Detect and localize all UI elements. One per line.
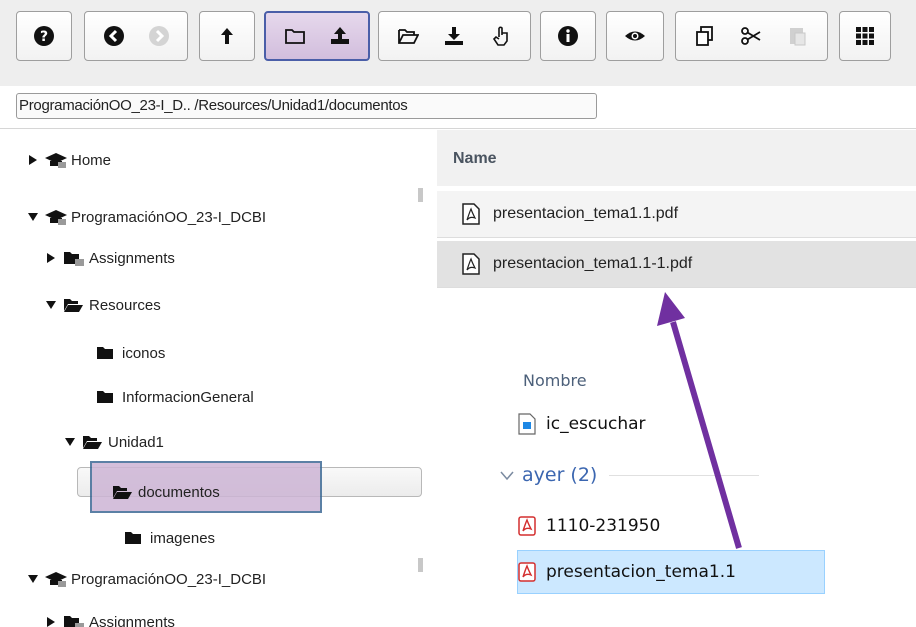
explorer-item-name: ic_escuchar — [546, 414, 646, 434]
tree-item-label: imagenes — [150, 529, 216, 547]
course-icon — [45, 209, 67, 225]
tree-item-label: ProgramaciónOO_23-I_DCBI — [71, 208, 267, 226]
explorer-overlay: Nombre ic_escuchar ayer (2) 1110-231950 … — [498, 356, 838, 601]
upload-icon[interactable] — [327, 23, 353, 49]
pdf-file-icon — [518, 515, 536, 537]
caret-down-icon[interactable] — [45, 299, 57, 311]
svg-text:?: ? — [40, 29, 48, 45]
rename-icon[interactable] — [488, 23, 514, 49]
explorer-item-name: 1110-231950 — [546, 516, 661, 536]
toolbar-group-create — [264, 11, 370, 61]
tree-item-label: Assignments — [89, 613, 175, 627]
course-icon — [45, 152, 67, 168]
tree-item-assignments-2[interactable]: Assignments — [45, 610, 175, 627]
tree-item-assignments[interactable]: Assignments — [45, 246, 175, 270]
tree-scrollbar-thumb-2[interactable] — [418, 558, 423, 572]
tree-item-iconos[interactable]: iconos — [96, 341, 165, 365]
toolbar-group-info — [540, 11, 596, 61]
caret-down-icon[interactable] — [64, 436, 76, 448]
file-name: presentacion_tema1.1-1.pdf — [493, 255, 693, 272]
cut-icon[interactable] — [738, 23, 764, 49]
tree-item-label: Home — [71, 151, 112, 169]
column-header-name[interactable]: Name — [437, 130, 916, 186]
paste-icon[interactable] — [785, 23, 811, 49]
path-bar[interactable]: ProgramaciónOO_23-I_D.. /Resources/Unida… — [16, 93, 597, 119]
chevron-down-icon[interactable] — [500, 464, 514, 486]
tree-item-course-2[interactable]: ProgramaciónOO_23-I_DCBI — [27, 567, 266, 591]
folder-open-icon — [63, 297, 85, 313]
info-icon[interactable] — [555, 23, 581, 49]
toolbar-group-clipboard — [675, 11, 828, 61]
divider — [0, 128, 916, 129]
caret-right-icon[interactable] — [45, 252, 57, 264]
explorer-column-header[interactable]: Nombre — [523, 371, 587, 390]
copy-icon[interactable] — [692, 23, 718, 49]
image-file-icon — [518, 413, 536, 435]
tree-item-imagenes[interactable]: imagenes — [124, 526, 215, 550]
up-icon[interactable] — [214, 23, 240, 49]
back-icon[interactable] — [101, 23, 127, 49]
tree-item-label: Assignments — [89, 249, 175, 267]
open-folder-icon[interactable] — [395, 23, 421, 49]
tree-item-label: documentos — [138, 483, 220, 501]
tree-item-course[interactable]: ProgramaciónOO_23-I_DCBI — [27, 205, 266, 229]
folder-tree: Home ProgramaciónOO_23-I_DCBI Assignment… — [0, 130, 436, 627]
folder-icon — [63, 614, 85, 627]
toolbar-group-view — [839, 11, 891, 61]
toolbar: ? — [0, 0, 916, 86]
folder-open-icon — [112, 484, 134, 500]
toolbar-group-help: ? — [16, 11, 72, 61]
toolbar-group-up — [199, 11, 255, 61]
new-folder-icon[interactable] — [282, 23, 308, 49]
help-icon[interactable]: ? — [31, 23, 57, 49]
folder-icon — [96, 389, 118, 405]
explorer-group-label: ayer (2) — [522, 464, 598, 486]
toolbar-group-nav — [84, 11, 188, 61]
file-row-selected[interactable]: presentacion_tema1.1-1.pdf — [437, 241, 916, 288]
tree-item-informaciongeneral[interactable]: InformacionGeneral — [96, 385, 254, 409]
tree-item-label: InformacionGeneral — [122, 388, 254, 406]
caret-right-icon[interactable] — [45, 616, 57, 627]
forward-icon[interactable] — [146, 23, 172, 49]
file-row[interactable]: presentacion_tema1.1.pdf — [437, 191, 916, 238]
toolbar-group-file — [378, 11, 531, 61]
caret-down-icon[interactable] — [27, 211, 39, 223]
folder-icon — [96, 345, 118, 361]
tree-scrollbar-thumb[interactable] — [418, 188, 423, 202]
caret-right-icon[interactable] — [27, 154, 39, 166]
pdf-file-icon — [461, 253, 481, 275]
pdf-file-icon — [518, 561, 536, 583]
explorer-item-name: presentacion_tema1.1 — [546, 562, 736, 582]
divider — [609, 474, 760, 476]
course-icon — [45, 571, 67, 587]
explorer-item-selected[interactable]: presentacion_tema1.1 — [518, 554, 736, 590]
tree-item-home[interactable]: Home — [27, 148, 111, 172]
tree-item-label: Unidad1 — [108, 433, 164, 451]
caret-down-icon[interactable] — [27, 573, 39, 585]
folder-icon — [63, 250, 85, 266]
tree-item-label: iconos — [122, 344, 166, 362]
explorer-item[interactable]: ic_escuchar — [518, 406, 646, 442]
folder-open-icon — [82, 434, 104, 450]
download-icon[interactable] — [441, 23, 467, 49]
tree-item-resources[interactable]: Resources — [45, 293, 161, 317]
folder-icon — [124, 530, 146, 546]
pdf-file-icon — [461, 203, 481, 225]
grid-view-icon[interactable] — [852, 23, 878, 49]
tree-item-label: Resources — [89, 296, 161, 314]
explorer-group-header[interactable]: ayer (2) — [500, 464, 760, 486]
tree-item-label: ProgramaciónOO_23-I_DCBI — [71, 570, 267, 588]
preview-icon[interactable] — [622, 23, 648, 49]
tree-item-documentos[interactable]: documentos — [112, 480, 220, 504]
toolbar-group-preview — [606, 11, 664, 61]
tree-item-unidad1[interactable]: Unidad1 — [64, 430, 164, 454]
file-name: presentacion_tema1.1.pdf — [493, 205, 679, 222]
explorer-item[interactable]: 1110-231950 — [518, 508, 660, 544]
